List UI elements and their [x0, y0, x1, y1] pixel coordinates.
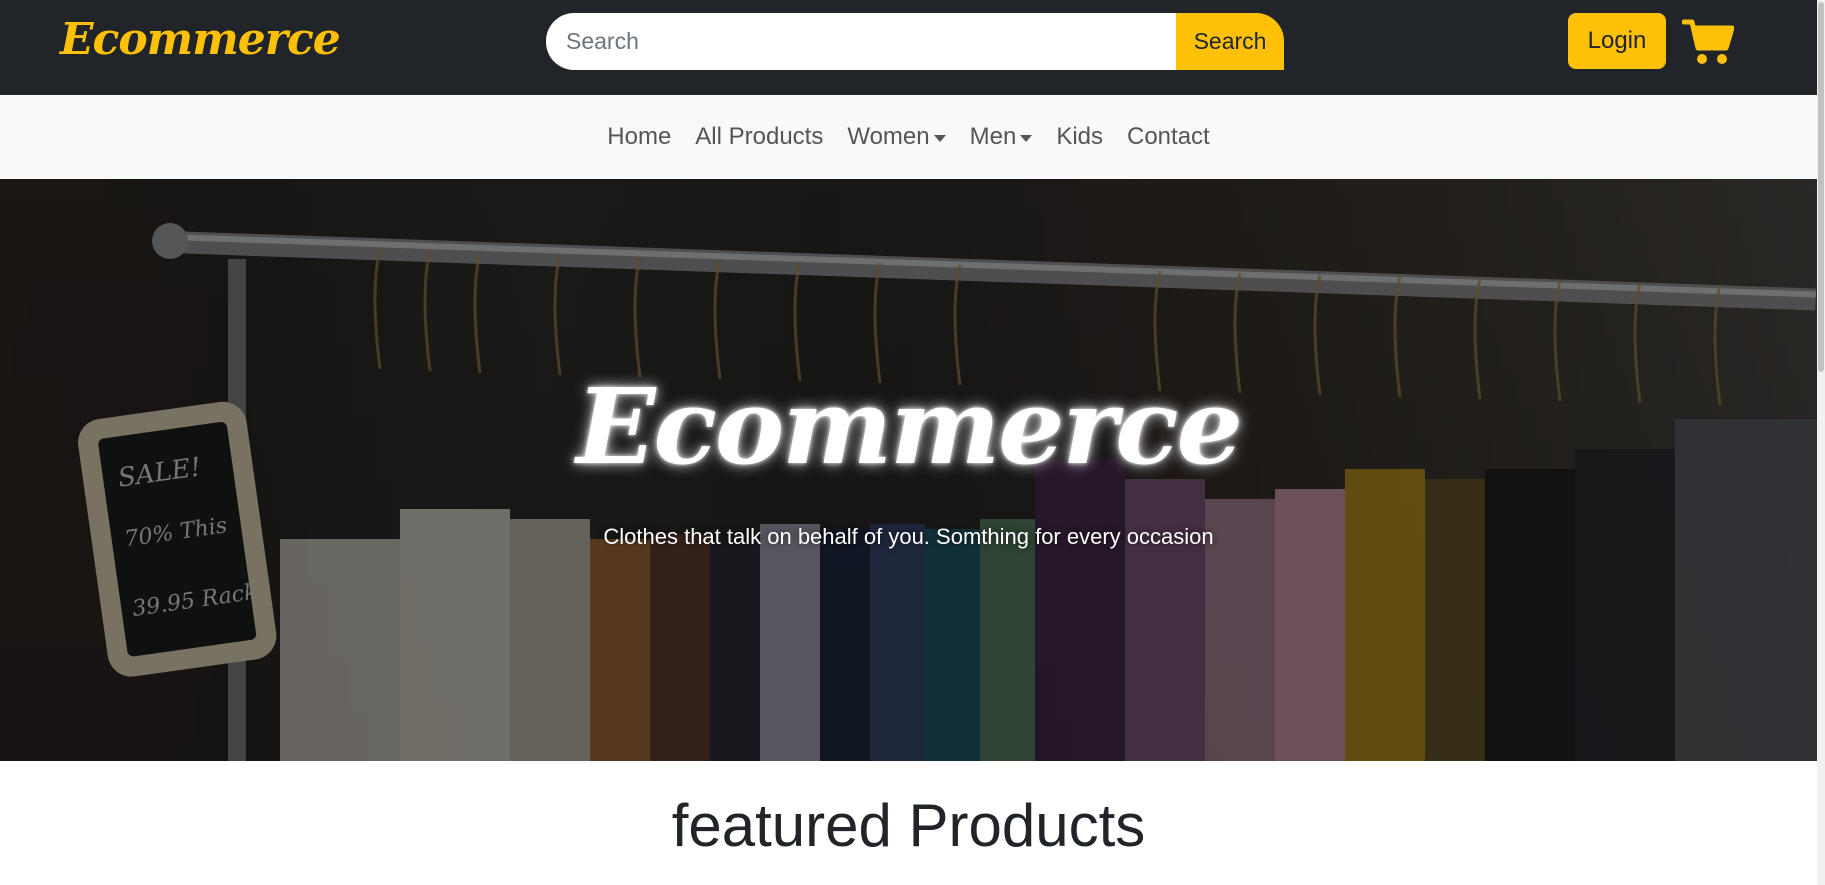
page-scrollbar[interactable]: [1817, 0, 1825, 885]
main-nav: Home All Products Women Men Kids Contact: [0, 95, 1817, 179]
caret-down-icon: [933, 134, 946, 142]
nav-home[interactable]: Home: [595, 123, 683, 151]
hero-subtitle: Clothes that talk on behalf of you. Somt…: [603, 524, 1214, 549]
nav-kids[interactable]: Kids: [1044, 123, 1115, 151]
nav-list: Home All Products Women Men Kids Contact: [595, 123, 1221, 151]
brand-logo[interactable]: Ecommerce: [60, 14, 341, 65]
search-input[interactable]: [546, 13, 1176, 70]
nav-contact-label: Contact: [1127, 123, 1210, 150]
nav-men-label: Men: [969, 123, 1017, 150]
nav-women-label: Women: [847, 123, 930, 150]
shopping-cart-icon[interactable]: [1682, 18, 1734, 66]
hero-banner: SALE! 70% This 39.95 Rack Ecommerce Clot…: [0, 179, 1817, 761]
login-button[interactable]: Login: [1568, 13, 1666, 69]
top-header: Ecommerce Search Login: [0, 0, 1817, 95]
caret-down-icon: [1020, 134, 1033, 142]
featured-products-heading: featured Products: [671, 792, 1146, 859]
nav-home-label: Home: [607, 123, 672, 150]
nav-all-products[interactable]: All Products: [683, 123, 835, 151]
search-form: Search: [546, 13, 1284, 70]
nav-men-dropdown[interactable]: Men: [958, 123, 1045, 151]
nav-all-products-label: All Products: [695, 123, 824, 150]
nav-kids-label: Kids: [1056, 123, 1103, 150]
search-button[interactable]: Search: [1176, 13, 1284, 70]
nav-contact[interactable]: Contact: [1115, 123, 1222, 151]
hero-title: Ecommerce: [576, 365, 1243, 488]
nav-women-dropdown[interactable]: Women: [835, 123, 957, 151]
featured-section: featured Products: [0, 761, 1817, 885]
scrollbar-thumb[interactable]: [1818, 2, 1824, 372]
